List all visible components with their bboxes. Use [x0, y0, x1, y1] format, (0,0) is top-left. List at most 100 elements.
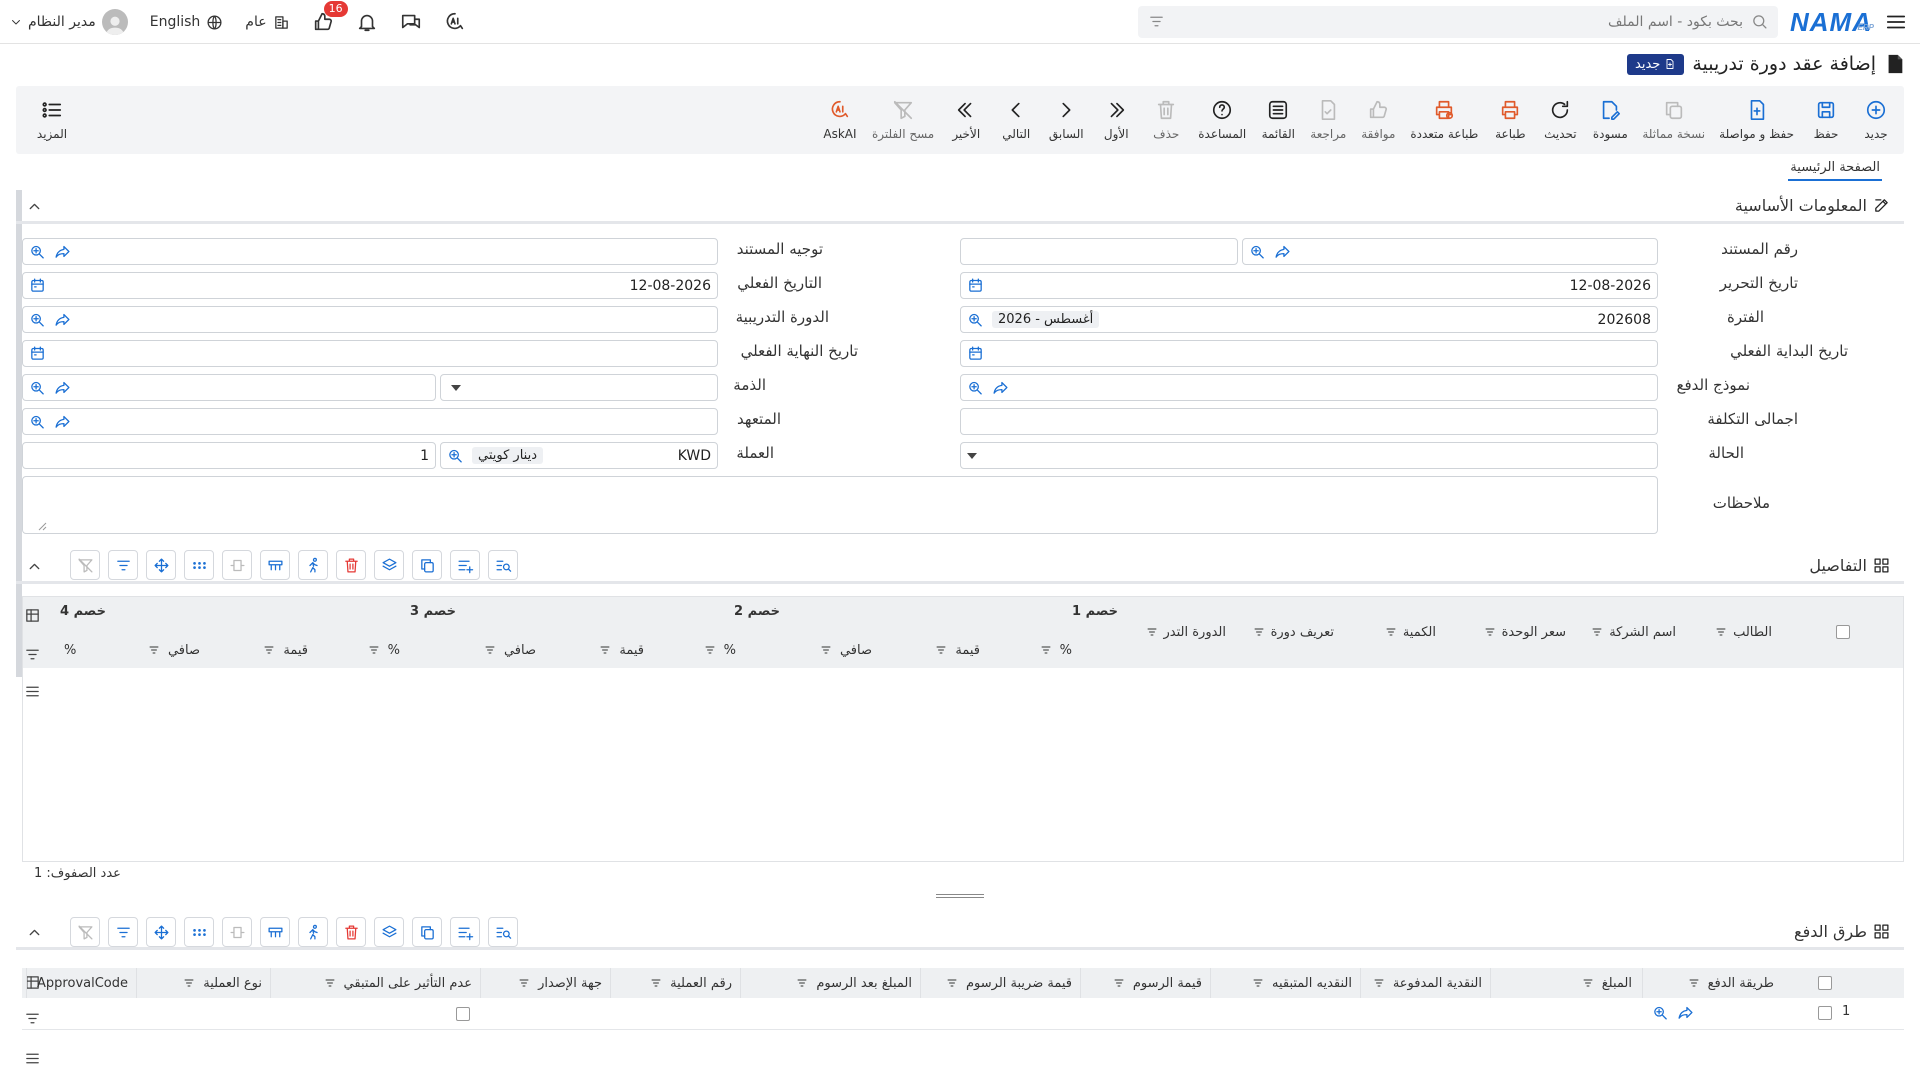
sub-col-net-1[interactable]: صافي — [790, 636, 902, 664]
column-filter-icon[interactable] — [484, 644, 496, 656]
search-add-icon[interactable] — [447, 447, 464, 464]
filter-icon[interactable] — [24, 646, 41, 663]
column-filter-icon[interactable] — [263, 644, 275, 656]
new-button[interactable]: جديد — [1854, 86, 1898, 154]
doc-number-field[interactable] — [1242, 238, 1658, 265]
add-row-icon[interactable] — [450, 550, 480, 580]
sub-col-value-2[interactable]: قيمة — [566, 636, 678, 664]
col-unit-price[interactable]: سعر الوحدة — [1456, 596, 1576, 668]
save-button[interactable]: حفظ — [1804, 86, 1848, 154]
select-all-checkbox[interactable] — [1818, 976, 1832, 990]
search-rows-icon[interactable] — [488, 550, 518, 580]
column-filter-icon[interactable] — [1253, 626, 1265, 638]
col-fees-value[interactable]: قيمة الرسوم — [1080, 968, 1210, 998]
payments-row[interactable] — [22, 998, 1904, 1030]
help-button[interactable]: المساعدة — [1194, 86, 1250, 154]
column-filter-icon[interactable] — [1252, 977, 1264, 989]
column-filter-icon[interactable] — [796, 977, 808, 989]
notes-textarea[interactable] — [22, 476, 1658, 534]
search-add-icon[interactable] — [29, 311, 46, 328]
column-filter-icon[interactable] — [518, 977, 530, 989]
column-filter-icon[interactable] — [1113, 977, 1125, 989]
column-filter-icon[interactable] — [704, 644, 716, 656]
col-approval-code[interactable]: ApprovalCode — [26, 968, 136, 998]
column-filter-icon[interactable] — [935, 644, 947, 656]
last-button[interactable]: الأخير — [944, 86, 988, 154]
column-filter-icon[interactable] — [1484, 626, 1496, 638]
actual-date-field[interactable]: 12-08-2026 — [22, 272, 718, 299]
sub-col-percent-3[interactable]: % — [342, 636, 454, 664]
col-course-def[interactable]: تعريف دورة — [1236, 596, 1344, 668]
contractor-field[interactable] — [22, 408, 718, 435]
clear-filter-icon[interactable] — [70, 917, 100, 947]
sub-col-percent-4[interactable]: % — [40, 636, 118, 664]
previous-button[interactable]: السابق — [1044, 86, 1088, 154]
column-filter-icon[interactable] — [1582, 977, 1594, 989]
general-menu[interactable]: عام — [245, 14, 289, 31]
notifications-button[interactable] — [356, 11, 378, 33]
runner-icon[interactable] — [298, 917, 328, 947]
payment-form-field[interactable] — [960, 374, 1658, 401]
splitter-handle[interactable] — [936, 894, 984, 902]
search-rows-icon[interactable] — [488, 917, 518, 947]
draft-button[interactable]: مسودة — [1588, 86, 1632, 154]
liability-field[interactable] — [22, 374, 436, 401]
menu-icon[interactable] — [24, 683, 41, 700]
first-button[interactable]: الأول — [1094, 86, 1138, 154]
liability-type-select[interactable] — [440, 374, 718, 401]
nama-logo[interactable]: NAMA ERP — [1790, 7, 1874, 37]
move-icon[interactable] — [146, 917, 176, 947]
column-filter-icon[interactable] — [183, 977, 195, 989]
next-button[interactable]: التالي — [994, 86, 1038, 154]
col-issuer[interactable]: جهة الإصدار — [480, 968, 610, 998]
col-company[interactable]: اسم الشركة — [1576, 596, 1686, 668]
status-select[interactable] — [960, 442, 1658, 469]
table-settings-icon[interactable] — [260, 917, 290, 947]
calendar-icon[interactable] — [29, 345, 46, 362]
sub-col-net-2[interactable]: صافي — [454, 636, 566, 664]
fit-columns-icon[interactable] — [222, 550, 252, 580]
askai-button[interactable]: AskAI — [818, 86, 862, 154]
col-quantity[interactable]: الكمية — [1344, 596, 1456, 668]
multi-print-button[interactable]: طباعة متعددة — [1406, 86, 1482, 154]
delete-row-icon[interactable] — [336, 917, 366, 947]
add-row-icon[interactable] — [450, 917, 480, 947]
column-filter-icon[interactable] — [1040, 644, 1052, 656]
dots-grid-icon[interactable] — [184, 550, 214, 580]
column-filter-icon[interactable] — [1715, 626, 1727, 638]
search-add-icon[interactable] — [1249, 243, 1266, 260]
col-transaction-type[interactable]: نوع العملية — [136, 968, 270, 998]
sub-col-value-3[interactable]: قيمة — [230, 636, 342, 664]
copy-row-icon[interactable] — [412, 917, 442, 947]
refresh-button[interactable]: تحديث — [1538, 86, 1582, 154]
col-remaining-cash[interactable]: النقديه المتبقيه — [1210, 968, 1360, 998]
move-icon[interactable] — [146, 550, 176, 580]
share-arrow-icon[interactable] — [1677, 1004, 1694, 1021]
share-arrow-icon[interactable] — [1274, 243, 1291, 260]
calendar-icon[interactable] — [967, 277, 984, 294]
currency-field[interactable]: دينار كويتي KWD — [440, 442, 718, 469]
review-button[interactable]: مراجعة — [1306, 86, 1350, 154]
column-filter-icon[interactable] — [148, 644, 160, 656]
layers-icon[interactable] — [374, 917, 404, 947]
calendar-icon[interactable] — [29, 277, 46, 294]
col-payment-method[interactable]: طريقة الدفع — [1642, 968, 1782, 998]
filter-icon[interactable] — [108, 917, 138, 947]
more-button[interactable]: المزيد — [30, 86, 74, 154]
print-button[interactable]: طباعة — [1488, 86, 1532, 154]
user-menu[interactable]: مدير النظام — [10, 9, 128, 35]
fit-columns-icon[interactable] — [222, 917, 252, 947]
runner-icon[interactable] — [298, 550, 328, 580]
copy-row-icon[interactable] — [412, 550, 442, 580]
col-student[interactable]: الطالب — [1686, 596, 1782, 668]
menu-icon[interactable] — [24, 1050, 41, 1067]
share-arrow-icon[interactable] — [54, 243, 71, 260]
column-filter-icon[interactable] — [324, 977, 336, 989]
actual-start-field[interactable] — [960, 340, 1658, 367]
share-arrow-icon[interactable] — [54, 413, 71, 430]
row-checkbox[interactable] — [1818, 1006, 1832, 1020]
sub-col-value-1[interactable]: قيمة — [902, 636, 1014, 664]
col-paid-cash[interactable]: النقدية المدفوعة — [1360, 968, 1490, 998]
language-switch[interactable]: English — [150, 14, 224, 31]
list-button[interactable]: القائمة — [1256, 86, 1300, 154]
